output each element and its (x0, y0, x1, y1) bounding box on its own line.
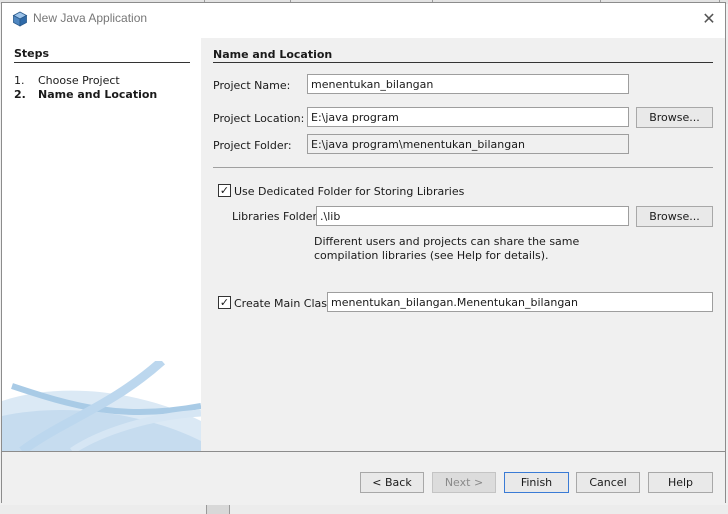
step-name-and-location: 2. Name and Location (14, 88, 157, 101)
project-name-label: Project Name: (213, 79, 291, 92)
section-divider (213, 62, 713, 63)
back-button[interactable]: < Back (360, 472, 424, 493)
step-number: 2. (14, 88, 26, 101)
steps-heading: Steps (14, 47, 50, 60)
next-button[interactable]: Next > (432, 472, 496, 493)
section-separator (213, 167, 713, 168)
button-bar: < Back Next > Finish Cancel Help (2, 451, 725, 503)
netbeans-cube-icon (12, 11, 28, 27)
project-location-input[interactable] (307, 107, 629, 127)
steps-pane: Steps 1. Choose Project 2. Name and Locati… (2, 38, 201, 451)
project-location-label: Project Location: (213, 112, 305, 125)
dedicated-folder-checkbox[interactable]: ✓ (218, 184, 231, 197)
dedicated-folder-label: Use Dedicated Folder for Storing Librari… (234, 185, 465, 198)
main-class-input[interactable] (327, 292, 713, 312)
background-window-strip-bottom (0, 505, 728, 514)
steps-divider (14, 62, 190, 63)
close-icon[interactable]: ✕ (697, 7, 721, 31)
libraries-folder-input[interactable] (316, 206, 629, 226)
title-bar: New Java Application ✕ (2, 3, 725, 35)
libraries-folder-browse-button[interactable]: Browse... (636, 206, 713, 227)
libraries-folder-label: Libraries Folder: (232, 210, 321, 223)
step-label: Name and Location (38, 88, 158, 101)
help-button[interactable]: Help (648, 472, 713, 493)
content-pane: Name and Location Project Name: Project … (201, 38, 725, 451)
project-name-input[interactable] (307, 74, 629, 94)
project-location-browse-button[interactable]: Browse... (636, 107, 713, 128)
project-folder-field (307, 134, 629, 154)
finish-button[interactable]: Finish (504, 472, 569, 493)
step-choose-project: 1. Choose Project (14, 74, 120, 87)
window-title: New Java Application (33, 11, 148, 25)
create-main-class-label: Create Main Class (234, 297, 333, 310)
libraries-help-note: Different users and projects can share t… (314, 235, 580, 262)
create-main-class-checkbox[interactable]: ✓ (218, 296, 231, 309)
step-label: Choose Project (38, 74, 120, 87)
project-folder-label: Project Folder: (213, 139, 292, 152)
netbeans-swoosh-graphic (2, 361, 201, 451)
cancel-button[interactable]: Cancel (576, 472, 640, 493)
new-java-application-dialog: New Java Application ✕ Steps 1. Choose Pr… (1, 2, 726, 503)
section-title: Name and Location (213, 48, 333, 61)
step-number: 1. (14, 74, 25, 87)
